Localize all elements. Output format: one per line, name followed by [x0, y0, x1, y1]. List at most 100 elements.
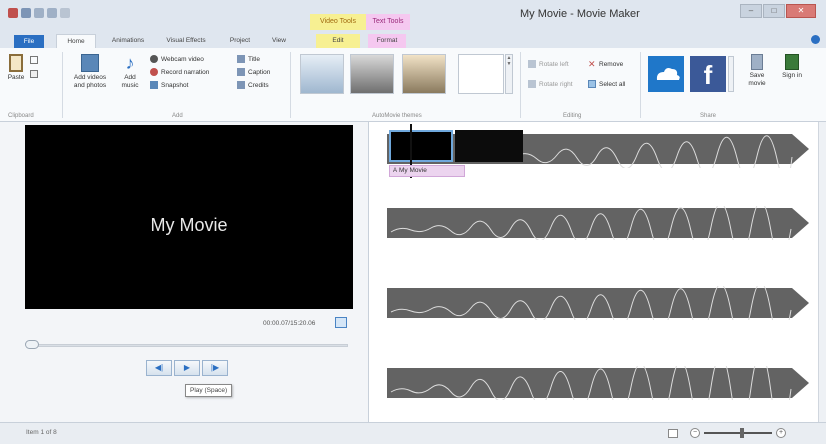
previous-frame-button[interactable]: ◀| — [146, 360, 172, 376]
caption-button[interactable]: Caption — [237, 68, 270, 76]
seek-thumb[interactable] — [25, 340, 39, 349]
preview-title-text: My Movie — [150, 215, 228, 235]
paste-label: Paste — [7, 74, 25, 81]
tab-edit[interactable]: Edit — [316, 34, 360, 48]
theme-thumbnail-3[interactable] — [402, 54, 446, 94]
remove-label: Remove — [599, 60, 624, 68]
caption-tag-label: My Movie — [399, 167, 427, 174]
storyboard-strip-2[interactable] — [387, 206, 811, 240]
add-videos-button[interactable]: Add videos and photos — [70, 54, 110, 90]
tab-file[interactable]: File — [14, 35, 44, 48]
paste-button[interactable]: Paste — [6, 54, 26, 82]
caption-icon — [237, 68, 245, 76]
rotate-left-label: Rotate left — [539, 60, 569, 68]
play-button[interactable]: ▶ — [174, 360, 200, 376]
credits-button[interactable]: Credits — [237, 81, 269, 89]
tab-project[interactable]: Project — [222, 34, 258, 48]
tab-animations[interactable]: Animations — [104, 34, 152, 48]
facebook-icon[interactable]: f — [690, 56, 726, 92]
sign-in-button[interactable]: Sign in — [780, 54, 804, 80]
title-icon — [237, 55, 245, 63]
save-movie-icon — [751, 54, 763, 70]
close-button[interactable]: ✕ — [786, 4, 816, 18]
window-title: My Movie - Movie Maker — [520, 8, 640, 20]
credits-icon — [237, 81, 245, 89]
record-narration-label: Record narration — [161, 68, 210, 76]
status-bar: Item 1 of 8 − + — [0, 422, 826, 444]
rotate-left-button[interactable]: Rotate left — [528, 60, 569, 68]
onedrive-icon[interactable] — [648, 56, 684, 92]
next-frame-button[interactable]: |▶ — [202, 360, 228, 376]
rotate-right-icon — [528, 80, 536, 88]
save-movie-button[interactable]: Save movie — [744, 54, 770, 88]
select-all-icon — [588, 80, 596, 88]
share-group-label: Share — [700, 113, 717, 119]
remove-x-icon: ✕ — [588, 59, 596, 69]
theme-gallery-empty — [458, 54, 504, 94]
credits-label: Credits — [248, 81, 269, 89]
storyboard: A My Movie — [369, 122, 826, 422]
caption-label: Caption — [248, 68, 271, 76]
automovie-group-label: AutoMovie themes — [372, 113, 422, 119]
caption-icon-small: A — [393, 168, 398, 174]
microphone-icon — [150, 68, 158, 76]
remove-button[interactable]: ✕ Remove — [588, 59, 624, 69]
redo-icon[interactable] — [47, 8, 57, 18]
snapshot-icon — [150, 81, 158, 89]
thumbnail-size-icon[interactable] — [668, 429, 678, 438]
webcam-video-button[interactable]: Webcam video — [150, 55, 204, 63]
help-icon[interactable] — [811, 35, 820, 44]
rotate-left-icon — [528, 60, 536, 68]
quick-access-toolbar — [8, 8, 70, 18]
save-movie-label: Save movie — [748, 72, 766, 87]
title-label: Title — [248, 55, 261, 63]
seek-bar[interactable] — [28, 344, 348, 347]
rotate-right-button[interactable]: Rotate right — [528, 80, 573, 88]
undo-icon[interactable] — [34, 8, 44, 18]
customize-qat-icon[interactable] — [60, 8, 70, 18]
storyboard-scrollbar[interactable] — [818, 122, 826, 422]
preview-pane: My Movie 00:00.07/15:20.06 ◀| ▶ |▶ Play … — [0, 122, 368, 422]
app-icon[interactable] — [8, 8, 18, 18]
record-narration-button[interactable]: Record narration — [150, 68, 209, 76]
minimize-button[interactable]: – — [740, 4, 762, 18]
user-icon — [785, 54, 799, 70]
maximize-button[interactable]: □ — [763, 4, 785, 18]
storyboard-strip-4[interactable] — [387, 366, 811, 400]
zoom-slider[interactable] — [704, 428, 772, 438]
tab-visual-effects[interactable]: Visual Effects — [158, 34, 214, 48]
save-icon[interactable] — [21, 8, 31, 18]
share-more-scroll[interactable] — [728, 56, 734, 92]
music-note-icon: ♪ — [125, 53, 135, 73]
ribbon: Paste Clipboard Add videos and photos ♪ … — [0, 48, 826, 122]
clipboard-icon — [9, 54, 23, 72]
select-all-button[interactable]: Select all — [588, 80, 625, 88]
clipboard-group-label: Clipboard — [8, 113, 34, 119]
clip-thumbnail-dark[interactable] — [455, 130, 523, 162]
tab-format[interactable]: Format — [368, 34, 406, 48]
caption-overlay-tag[interactable]: A My Movie — [389, 165, 465, 177]
add-music-button[interactable]: ♪ Add music — [116, 54, 144, 90]
video-tools-context-label: Video Tools — [310, 14, 366, 30]
clip-thumbnail-selected[interactable] — [389, 130, 453, 162]
zoom-out-icon[interactable]: − — [690, 428, 700, 438]
theme-thumbnail-1[interactable] — [300, 54, 344, 94]
cut-icon[interactable] — [30, 56, 38, 64]
snapshot-button[interactable]: Snapshot — [150, 81, 188, 89]
webcam-label: Webcam video — [161, 55, 204, 63]
tab-home[interactable]: Home — [56, 34, 96, 48]
zoom-slider-thumb[interactable] — [740, 428, 744, 438]
theme-gallery-scroll[interactable]: ▲ ▼ — [505, 54, 513, 94]
theme-thumbnail-2[interactable] — [350, 54, 394, 94]
preview-monitor[interactable]: My Movie — [25, 125, 353, 309]
select-all-label: Select all — [599, 80, 626, 88]
fullscreen-icon[interactable] — [335, 317, 347, 328]
copy-icon[interactable] — [30, 70, 38, 78]
zoom-in-icon[interactable]: + — [776, 428, 786, 438]
tab-view[interactable]: View — [264, 34, 294, 48]
title-button[interactable]: Title — [237, 55, 260, 63]
timecode: 00:00.07/15:20.06 — [263, 320, 316, 327]
zoom-control: − + — [690, 428, 786, 438]
storyboard-strip-3[interactable] — [387, 286, 811, 320]
sign-in-label: Sign in — [782, 72, 802, 79]
